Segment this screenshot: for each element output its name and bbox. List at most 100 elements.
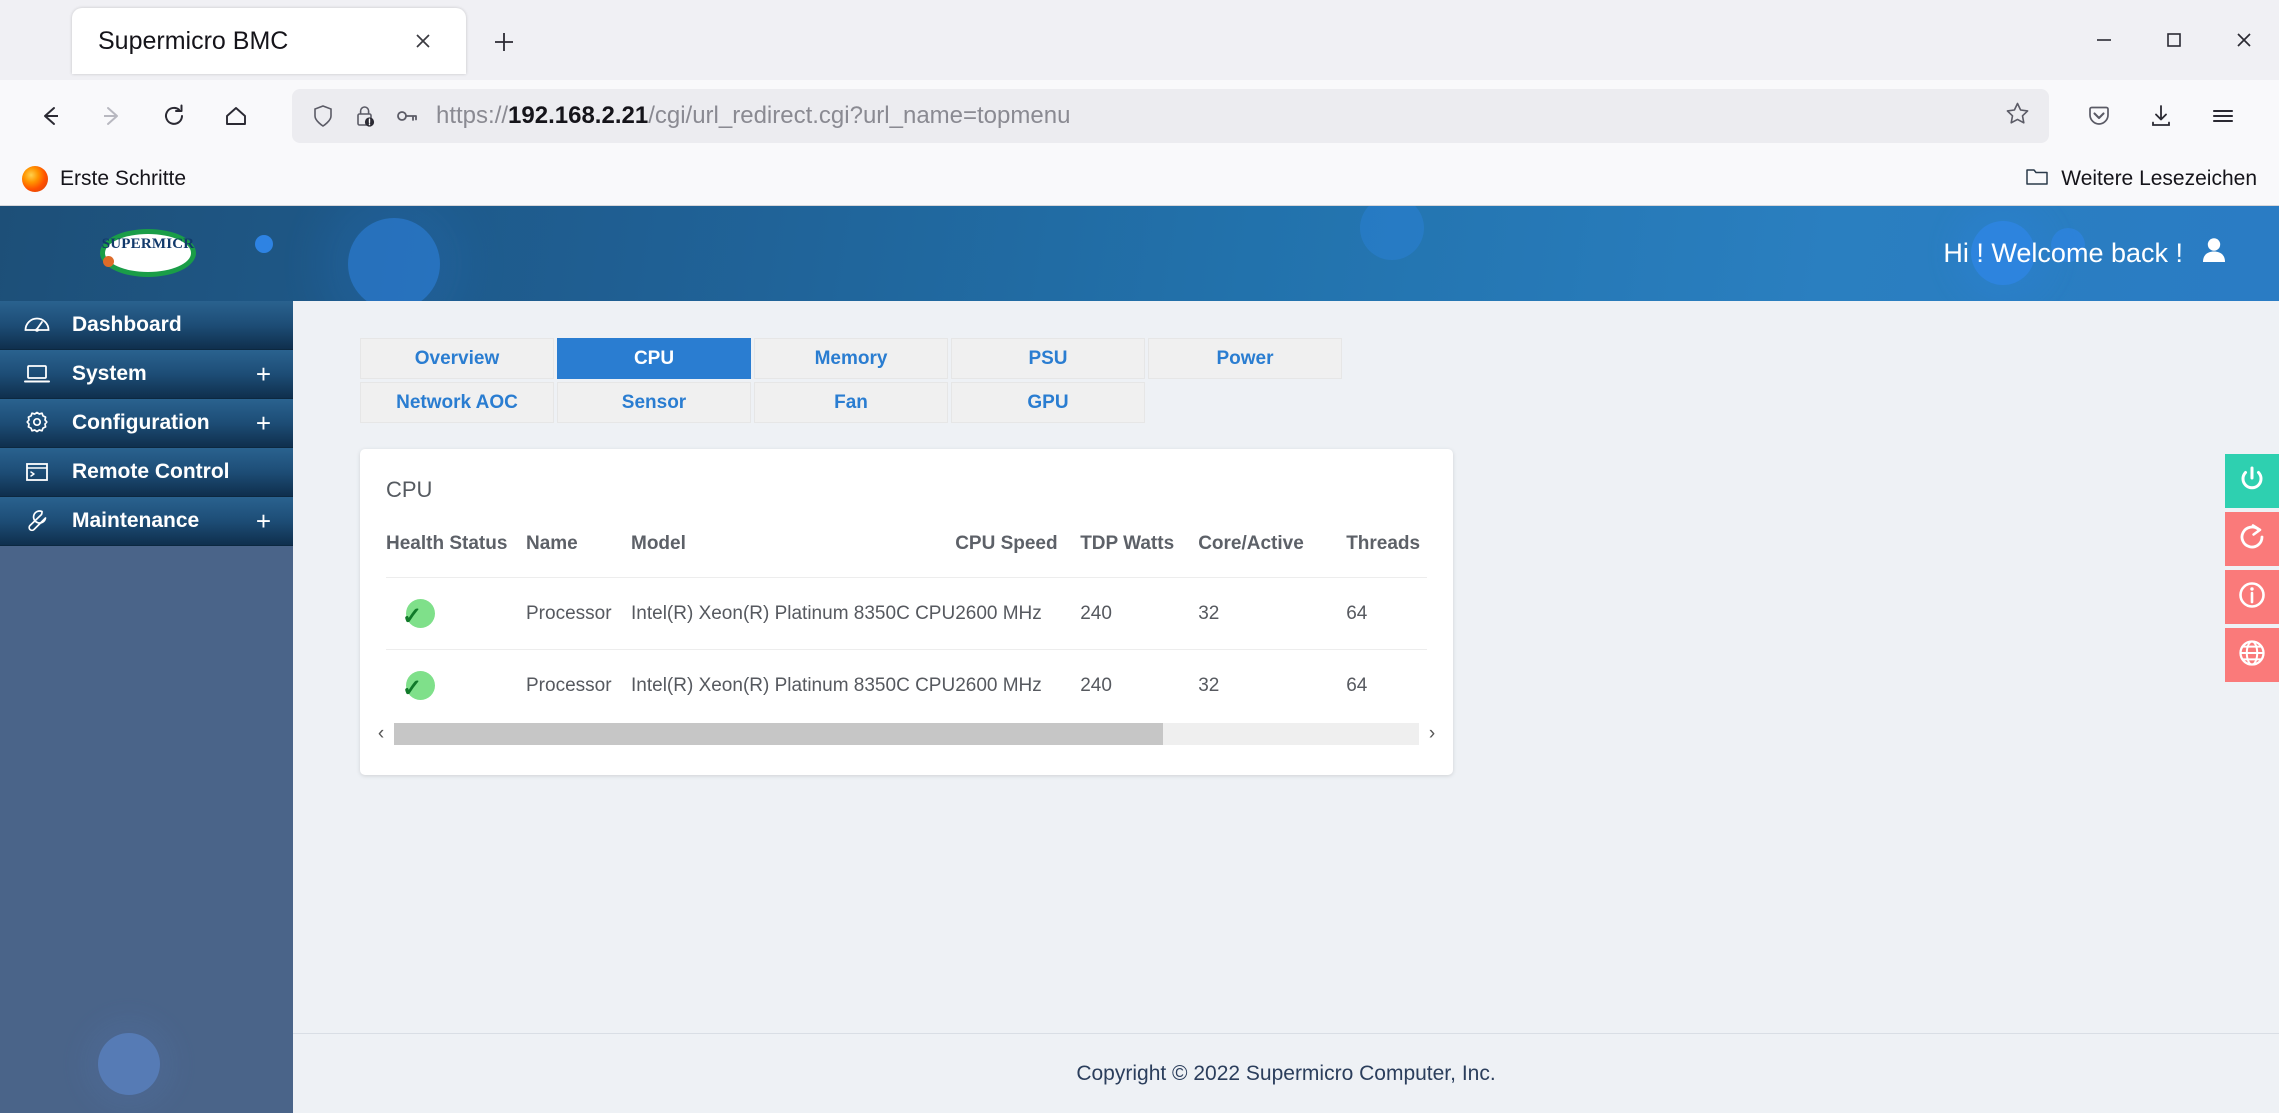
- lock-warning-icon[interactable]: [352, 103, 378, 129]
- other-bookmarks-button[interactable]: Weitere Lesezeichen: [2025, 165, 2257, 193]
- sidebar-item-configuration[interactable]: Configuration +: [0, 399, 293, 448]
- scroll-left-arrow-icon[interactable]: ‹: [368, 723, 394, 745]
- home-icon[interactable]: [208, 88, 264, 144]
- table-horizontal-scrollbar[interactable]: ‹ ›: [360, 721, 1453, 747]
- column-threads: Threads: [1346, 533, 1421, 554]
- tab-sensor[interactable]: Sensor: [557, 382, 751, 423]
- close-window-icon[interactable]: [2209, 0, 2279, 80]
- info-icon: [2236, 579, 2268, 616]
- info-button[interactable]: [2225, 570, 2279, 624]
- tab-fan[interactable]: Fan: [754, 382, 948, 423]
- panel-title: CPU: [386, 477, 433, 502]
- browser-tab-title: Supermicro BMC: [98, 26, 289, 55]
- power-button[interactable]: [2225, 454, 2279, 508]
- key-icon[interactable]: [394, 103, 420, 129]
- gauge-icon: [20, 310, 54, 340]
- sidebar-item-label: Dashboard: [72, 313, 182, 336]
- network-button[interactable]: [2225, 628, 2279, 682]
- tab-psu[interactable]: PSU: [951, 338, 1145, 379]
- download-icon[interactable]: [2133, 88, 2189, 144]
- column-cpu-speed: CPU Speed: [955, 533, 1058, 554]
- scrollbar-thumb[interactable]: [394, 723, 1163, 745]
- copyright-text: Copyright © 2022 Supermicro Computer, In…: [1076, 1061, 1496, 1085]
- window-controls: [2069, 0, 2279, 80]
- tab-gpu[interactable]: GPU: [951, 382, 1145, 423]
- tab-network-aoc[interactable]: Network AOC: [360, 382, 554, 423]
- sidebar-item-maintenance[interactable]: Maintenance +: [0, 497, 293, 546]
- welcome-text: Hi ! Welcome back !: [1943, 238, 2183, 268]
- reload-icon[interactable]: [146, 88, 202, 144]
- status-badge-ok: [402, 671, 435, 703]
- pocket-icon[interactable]: [2071, 88, 2127, 144]
- hamburger-menu-icon[interactable]: [2195, 88, 2251, 144]
- cell-core-active: 32: [1198, 577, 1347, 650]
- scroll-right-arrow-icon[interactable]: ›: [1419, 723, 1445, 745]
- expand-plus-icon[interactable]: +: [256, 410, 271, 436]
- tab-cpu[interactable]: CPU: [557, 338, 751, 379]
- power-icon: [2236, 463, 2268, 500]
- table-header-row: Health Status Name Model CPU Speed TDP W…: [386, 533, 1427, 578]
- cell-health-status: [386, 649, 526, 721]
- sidebar-nav: Dashboard System + Configuration + Remot…: [0, 301, 293, 1113]
- tab-overview[interactable]: Overview: [360, 338, 554, 379]
- sidebar-item-dashboard[interactable]: Dashboard: [0, 301, 293, 350]
- cell-threads: 64: [1346, 649, 1427, 721]
- welcome-area: Hi ! Welcome back !: [1943, 206, 2229, 301]
- decor-circle: [255, 235, 273, 253]
- table-row[interactable]: Processor Intel(R) Xeon(R) Platinum 8350…: [386, 577, 1427, 650]
- cell-model: Intel(R) Xeon(R) Platinum 8350C CPU: [631, 649, 956, 721]
- decor-circle: [1360, 206, 1424, 260]
- terminal-icon: [20, 457, 54, 487]
- cell-health-status: [386, 577, 526, 650]
- column-health-status: Health Status: [386, 533, 508, 554]
- other-bookmarks-label: Weitere Lesezeichen: [2061, 166, 2257, 190]
- bmc-header: SUPERMICR Hi ! Welcome back !: [0, 206, 2279, 301]
- reset-button[interactable]: [2225, 512, 2279, 566]
- bmc-tab-bar: Overview CPU Memory PSU Power Network AO…: [293, 301, 2279, 423]
- refresh-icon: [2236, 521, 2268, 558]
- url-bar[interactable]: https://192.168.2.21/cgi/url_redirect.cg…: [292, 89, 2049, 143]
- gear-icon: [20, 408, 54, 438]
- column-name: Name: [526, 533, 578, 554]
- firefox-logo-icon: [22, 165, 48, 192]
- sidebar-item-system[interactable]: System +: [0, 350, 293, 399]
- cell-name: Processor: [526, 577, 631, 650]
- quick-action-rail: [2225, 454, 2279, 686]
- sidebar-item-remote-control[interactable]: Remote Control: [0, 448, 293, 497]
- forward-arrow-icon[interactable]: [84, 88, 140, 144]
- bookmarks-toolbar: Erste Schritte Weitere Lesezeichen: [0, 152, 2279, 206]
- page-body: Dashboard System + Configuration + Remot…: [0, 301, 2279, 1113]
- cell-threads: 64: [1346, 577, 1427, 650]
- minimize-icon[interactable]: [2069, 0, 2139, 80]
- tab-memory[interactable]: Memory: [754, 338, 948, 379]
- sidebar-item-label: Remote Control: [72, 460, 230, 483]
- close-tab-icon[interactable]: [406, 24, 440, 58]
- bmc-tab-row-2: Network AOC Sensor Fan GPU: [360, 382, 2279, 423]
- cell-cpu-speed: 2600 MHz: [955, 577, 1081, 650]
- supermicro-logo[interactable]: SUPERMICR: [100, 229, 196, 277]
- shield-icon[interactable]: [310, 103, 336, 129]
- decor-circle: [348, 218, 440, 301]
- scrollbar-track[interactable]: [394, 723, 1419, 745]
- panel-spacer: [386, 747, 1427, 775]
- cpu-table: Health Status Name Model CPU Speed TDP W…: [386, 533, 1427, 721]
- new-tab-button[interactable]: [480, 18, 528, 66]
- bookmark-erste-schritte[interactable]: Erste Schritte: [22, 165, 186, 192]
- browser-tab-strip: Supermicro BMC: [0, 0, 2279, 80]
- cpu-panel: CPU Health Status Name Model CPU Speed T…: [360, 449, 1453, 775]
- browser-nav-bar: https://192.168.2.21/cgi/url_redirect.cg…: [0, 80, 2279, 152]
- maximize-icon[interactable]: [2139, 0, 2209, 80]
- star-icon[interactable]: [2004, 100, 2031, 132]
- folder-icon: [2025, 165, 2049, 193]
- expand-plus-icon[interactable]: +: [256, 361, 271, 387]
- tab-power[interactable]: Power: [1148, 338, 1342, 379]
- user-avatar-icon[interactable]: [2199, 235, 2229, 272]
- cell-name: Processor: [526, 649, 631, 721]
- table-row[interactable]: Processor Intel(R) Xeon(R) Platinum 8350…: [386, 649, 1427, 721]
- browser-tab[interactable]: Supermicro BMC: [72, 8, 466, 74]
- status-badge-ok: [402, 599, 435, 631]
- back-arrow-icon[interactable]: [22, 88, 78, 144]
- wrench-icon: [20, 506, 54, 536]
- expand-plus-icon[interactable]: +: [256, 508, 271, 534]
- sidebar-item-label: Maintenance: [72, 509, 200, 532]
